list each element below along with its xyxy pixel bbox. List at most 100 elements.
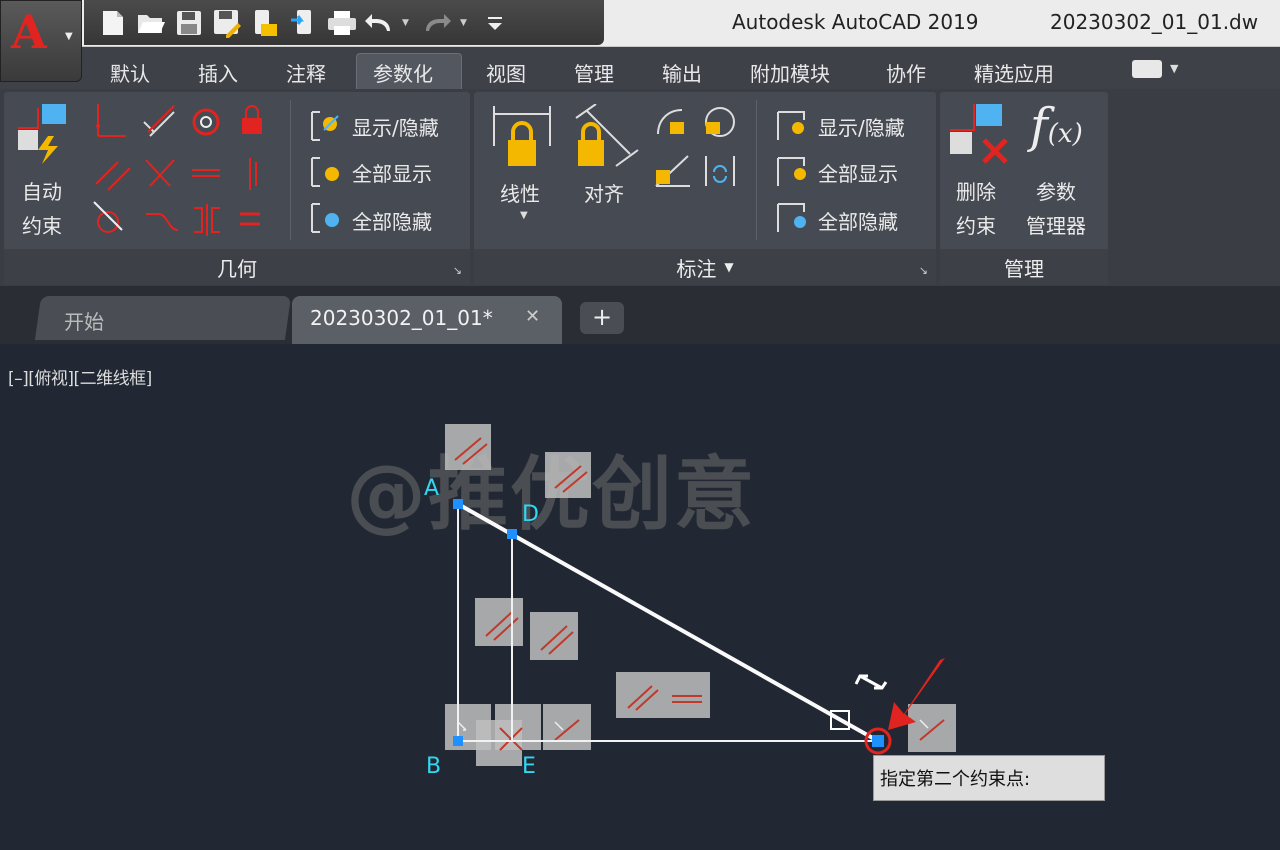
point-label-e: E [522, 754, 536, 779]
tab-active-document-label[interactable]: 20230302_01_01* [310, 306, 493, 330]
concentric-icon[interactable] [192, 108, 220, 136]
autocad-logo-icon: A [11, 5, 47, 59]
tab-view[interactable]: 视图 [486, 58, 526, 87]
tab-parametric[interactable]: 参数化 [373, 58, 433, 87]
save-to-web-icon[interactable] [288, 8, 318, 38]
parallel-icon[interactable] [95, 161, 131, 191]
command-tooltip: 指定第二个约束点: [873, 755, 1105, 801]
chevron-down-icon[interactable]: ▼ [1170, 62, 1178, 75]
delete-constraints-label-2[interactable]: 约束 [956, 210, 996, 239]
redo-icon[interactable] [422, 8, 452, 38]
tab-featured-apps[interactable]: 精选应用 [974, 58, 1054, 87]
app-title: Autodesk AutoCAD 2019 [732, 10, 979, 34]
dim-hide-all-icon[interactable] [774, 200, 810, 236]
constraint-badge [475, 598, 523, 646]
autocad-window: Autodesk AutoCAD 2019 20230302_01_01.dw … [0, 0, 1280, 850]
tab-addins[interactable]: 附加模块 [750, 58, 830, 87]
parameters-manager-label-2[interactable]: 管理器 [1026, 210, 1086, 239]
coincident-icon[interactable] [96, 104, 126, 137]
new-icon[interactable] [98, 8, 128, 38]
close-icon[interactable]: ✕ [525, 306, 540, 327]
open-icon[interactable] [136, 8, 166, 38]
undo-icon[interactable] [364, 8, 394, 38]
tangent-icon[interactable] [93, 201, 123, 233]
equal-icon[interactable] [240, 212, 260, 226]
delete-constraints-icon[interactable] [948, 102, 1018, 172]
ribbon-minimize-button[interactable] [1132, 60, 1162, 78]
parameters-manager-label-1[interactable]: 参数 [1036, 176, 1076, 205]
constraint-badge [908, 704, 956, 752]
dimensional-show-all-button[interactable]: 全部显示 [818, 158, 898, 187]
chevron-down-icon[interactable]: ▼ [520, 210, 528, 221]
geometry-show-all-button[interactable]: 全部显示 [352, 158, 432, 187]
new-tab-button[interactable]: + [580, 302, 624, 334]
point-a-grip [453, 499, 463, 509]
fix-lock-icon[interactable] [242, 105, 262, 134]
constraint-badge [543, 704, 591, 750]
parameters-manager-icon[interactable]: f(x) [1030, 98, 1083, 154]
geometry-panel-title: 几何 [217, 256, 257, 281]
open-from-web-icon[interactable] [250, 8, 280, 38]
auto-constrain-label-2[interactable]: 约束 [22, 210, 62, 239]
dimensional-panel-title: 标注 [676, 256, 717, 281]
auto-constrain-icon[interactable] [12, 100, 82, 174]
chevron-down-icon: ▼ [65, 31, 73, 42]
redo-dropdown-icon[interactable]: ▼ [460, 18, 472, 28]
undo-dropdown-icon[interactable]: ▼ [402, 18, 414, 28]
linear-button[interactable]: 线性 [500, 178, 540, 207]
angular-lock-icon[interactable] [655, 155, 690, 187]
application-menu-button[interactable]: A ▼ [0, 0, 82, 82]
geometry-show-hide-button[interactable]: 显示/隐藏 [352, 112, 439, 141]
dimensional-hide-all-button[interactable]: 全部隐藏 [818, 206, 898, 235]
tab-insert[interactable]: 插入 [198, 58, 238, 87]
show-all-constraints-icon[interactable] [308, 156, 344, 190]
ribbon-tab-bar [0, 47, 1280, 89]
dialog-launcher-icon[interactable]: ↘ [919, 264, 928, 277]
tab-manage[interactable]: 管理 [574, 58, 614, 87]
show-hide-constraint-icon[interactable] [308, 110, 344, 144]
customize-icon[interactable] [480, 8, 510, 38]
auto-constrain-label-1[interactable]: 自动 [22, 176, 62, 205]
linear-dimension-lock-icon[interactable] [490, 104, 556, 170]
constraint-badge [530, 612, 578, 660]
hide-all-constraints-icon[interactable] [308, 202, 344, 236]
save-as-icon[interactable] [212, 8, 242, 38]
tab-collaborate[interactable]: 协作 [886, 58, 926, 87]
horizontal-icon[interactable] [192, 169, 220, 177]
radius-lock-icon[interactable] [657, 109, 684, 135]
aligned-button[interactable]: 对齐 [584, 178, 624, 207]
plot-icon[interactable] [326, 8, 356, 38]
save-icon[interactable] [174, 8, 204, 38]
document-title: 20230302_01_01.dw [1050, 10, 1259, 34]
point-label-d: D [522, 502, 539, 527]
point-d-grip [507, 529, 517, 539]
distance-cursor-icon [854, 674, 888, 690]
perpendicular-icon[interactable] [145, 159, 175, 187]
diameter-lock-icon[interactable] [705, 107, 735, 137]
vertical-icon[interactable] [249, 158, 257, 190]
quick-access-toolbar: ▼ ▼ [84, 0, 604, 45]
dim-show-all-icon[interactable] [774, 154, 810, 190]
chevron-down-icon[interactable]: ▼ [724, 260, 733, 274]
tab-start-label[interactable]: 开始 [64, 306, 104, 335]
point-label-b: B [426, 754, 442, 779]
snap-point-grip [872, 735, 884, 747]
delete-constraints-label-1[interactable]: 删除 [956, 176, 996, 205]
dialog-launcher-icon[interactable]: ↘ [453, 264, 462, 277]
point-b-grip [453, 736, 463, 746]
tab-default[interactable]: 默认 [110, 58, 150, 87]
smooth-icon[interactable] [146, 213, 179, 231]
manage-panel-title: 管理 [1004, 256, 1044, 281]
dimensional-show-hide-button[interactable]: 显示/隐藏 [818, 112, 905, 141]
tab-output[interactable]: 输出 [662, 58, 702, 87]
dim-show-hide-icon[interactable] [774, 108, 810, 144]
point-label-a: A [424, 476, 440, 501]
geometric-constraints-grid [93, 104, 262, 236]
symmetric-icon[interactable] [194, 204, 220, 236]
geometry-hide-all-button[interactable]: 全部隐藏 [352, 206, 432, 235]
tab-annotate[interactable]: 注释 [286, 58, 326, 87]
convert-icon[interactable] [705, 156, 735, 186]
dimension-types-grid [655, 107, 735, 187]
aligned-dimension-lock-icon[interactable] [572, 104, 642, 170]
collinear-icon[interactable] [143, 105, 175, 137]
